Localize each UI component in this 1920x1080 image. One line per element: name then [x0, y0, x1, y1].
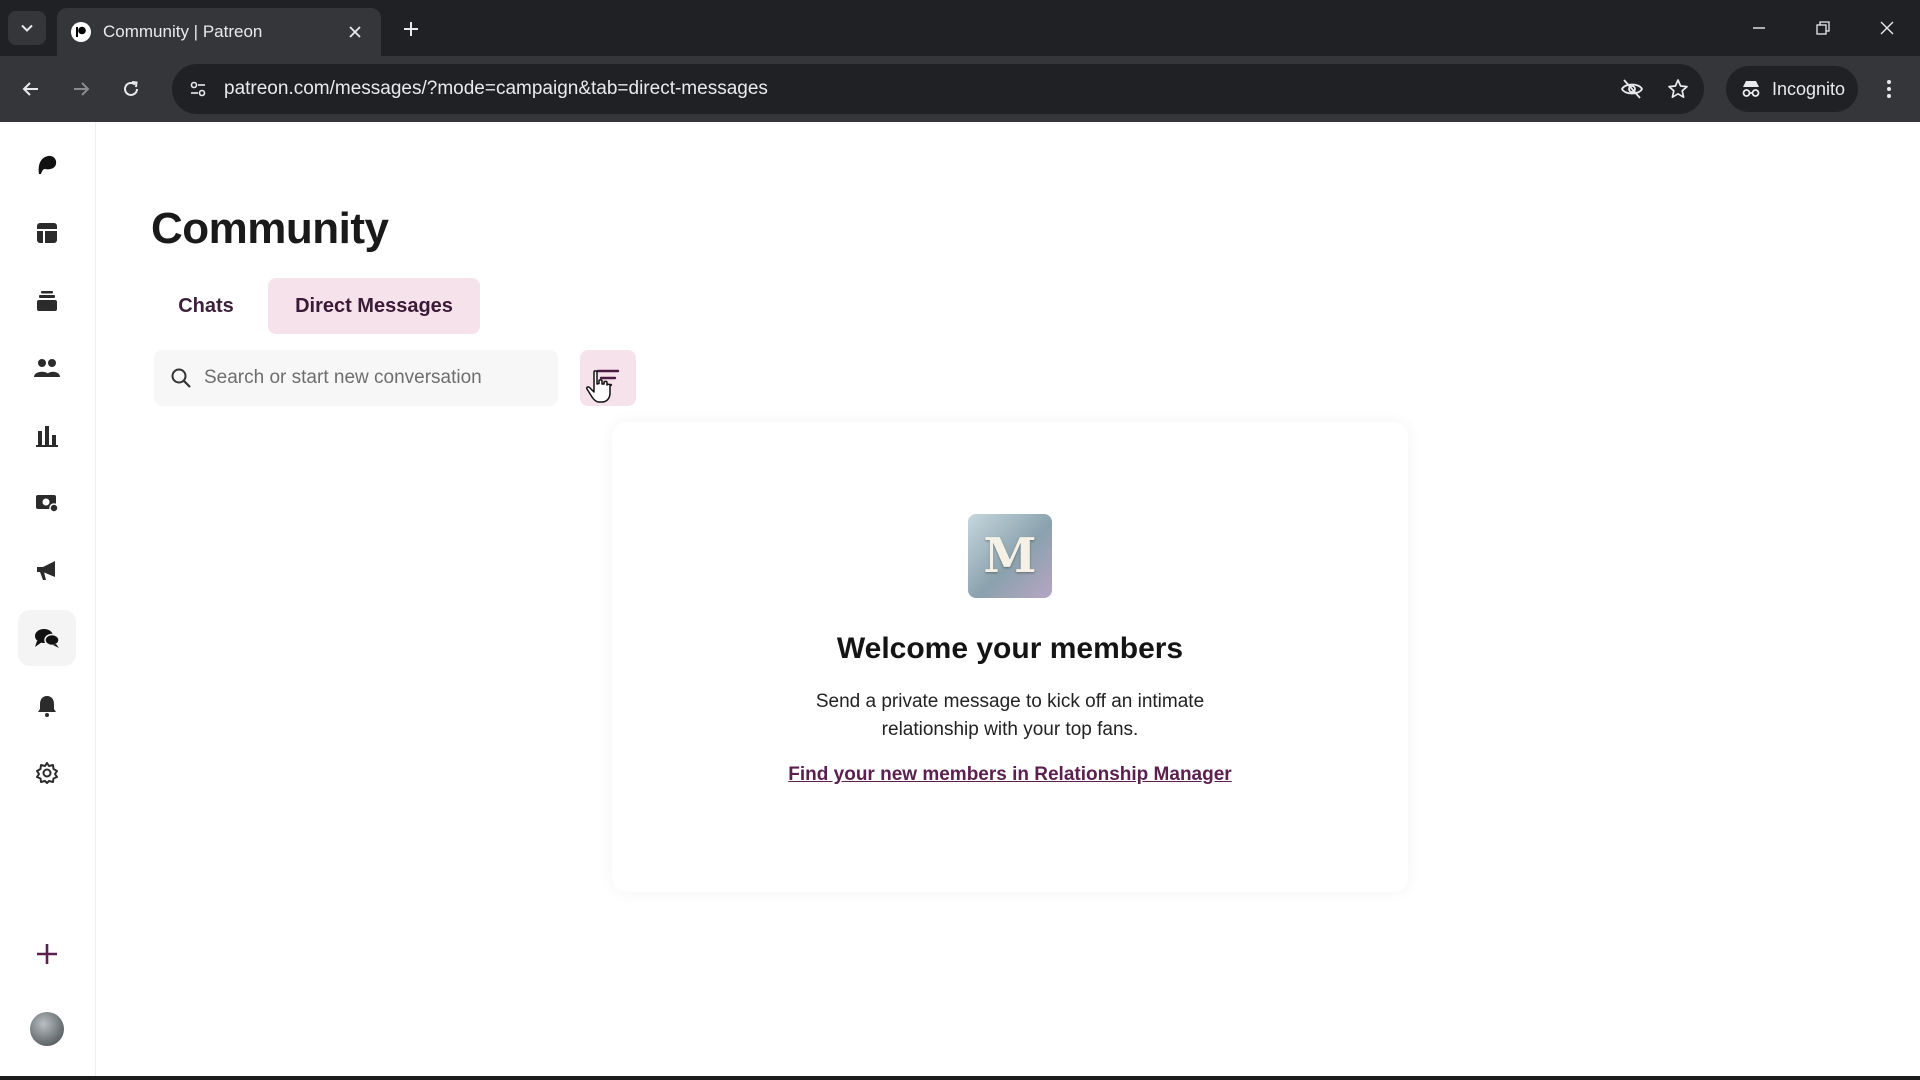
relationship-manager-link[interactable]: Find your new members in Relationship Ma… [788, 764, 1231, 786]
new-tab-button[interactable] [396, 14, 426, 44]
address-bar[interactable]: patreon.com/messages/?mode=campaign&tab=… [172, 64, 1704, 114]
sidebar-item-library[interactable] [18, 273, 76, 329]
empty-state-title: Welcome your members [836, 632, 1184, 665]
more-vertical-icon [1887, 80, 1891, 98]
main-content: Community Chats Direct Messages M Welcom… [96, 122, 1920, 1080]
arrow-left-icon [22, 82, 38, 96]
site-info-icon[interactable] [178, 69, 218, 109]
tab-search-button[interactable] [8, 11, 46, 45]
patreon-favicon-icon [71, 22, 91, 42]
back-button[interactable] [12, 70, 50, 108]
incognito-icon [1742, 81, 1760, 97]
chevron-down-icon [21, 24, 33, 32]
mouse-pointer-icon [586, 370, 611, 403]
browser-tab-active[interactable]: Community | Patreon [57, 8, 381, 56]
empty-state-card: M Welcome your members Send a private me… [612, 422, 1408, 892]
sidebar [0, 122, 96, 1080]
browser-toolbar: patreon.com/messages/?mode=campaign&tab=… [0, 56, 1920, 122]
community-tabs: Chats Direct Messages [152, 278, 480, 334]
tab-chats[interactable]: Chats [152, 278, 260, 334]
welcome-illustration: M [968, 514, 1052, 598]
url-text: patreon.com/messages/?mode=campaign&tab=… [224, 78, 768, 99]
dashboard-icon [37, 223, 57, 243]
create-button[interactable] [18, 926, 76, 982]
search-input[interactable] [204, 367, 544, 389]
search-bar[interactable] [154, 350, 558, 406]
page-title: Community [151, 204, 389, 253]
patreon-logo-icon [38, 155, 57, 174]
forward-button[interactable] [62, 70, 100, 108]
avatar[interactable] [30, 1012, 64, 1046]
eye-off-icon[interactable] [1612, 69, 1652, 109]
sidebar-item-dashboard[interactable] [18, 205, 76, 261]
screen-bottom-edge [0, 1076, 1920, 1080]
bookmark-star-icon[interactable] [1658, 69, 1698, 109]
create-plus-icon [37, 944, 57, 964]
plus-icon [404, 22, 418, 36]
minimize-button[interactable] [1736, 10, 1782, 46]
settings-icon [36, 762, 58, 784]
audience-icon [34, 359, 60, 377]
reload-icon [124, 81, 138, 96]
payouts-icon [36, 495, 59, 513]
restore-icon [1816, 21, 1830, 35]
page-content: Community Chats Direct Messages M Welcom… [0, 122, 1920, 1080]
sidebar-item-community[interactable] [18, 610, 76, 666]
restore-button[interactable] [1800, 10, 1846, 46]
search-icon [171, 368, 191, 388]
sidebar-item-promotions[interactable] [18, 542, 76, 598]
notifications-icon [38, 696, 56, 717]
sidebar-item-insights[interactable] [18, 408, 76, 464]
sidebar-item-settings[interactable] [18, 745, 76, 801]
minimize-icon [1753, 27, 1765, 29]
close-window-button[interactable] [1864, 10, 1910, 46]
sidebar-item-notifications[interactable] [18, 678, 76, 734]
reload-button[interactable] [112, 70, 150, 108]
sidebar-item-payouts[interactable] [18, 475, 76, 531]
sidebar-item-audience[interactable] [18, 340, 76, 396]
incognito-label: Incognito [1772, 78, 1846, 99]
browser-tabstrip: Community | Patreon [0, 0, 1920, 56]
close-icon [1880, 21, 1894, 35]
illustration-letter: M [983, 528, 1037, 584]
arrow-right-icon [74, 82, 90, 96]
insights-icon [36, 426, 58, 447]
empty-state-description: Send a private message to kick off an in… [815, 691, 1205, 740]
incognito-indicator[interactable]: Incognito [1726, 66, 1858, 112]
chat-icon [35, 629, 60, 648]
tab-direct-messages[interactable]: Direct Messages [268, 278, 480, 334]
browser-menu-button[interactable] [1870, 70, 1908, 108]
patreon-home-link[interactable] [18, 137, 76, 193]
promotions-icon [37, 561, 55, 580]
tab-title: Community | Patreon [103, 22, 263, 41]
close-tab-icon[interactable] [343, 20, 367, 44]
library-icon [37, 291, 57, 311]
